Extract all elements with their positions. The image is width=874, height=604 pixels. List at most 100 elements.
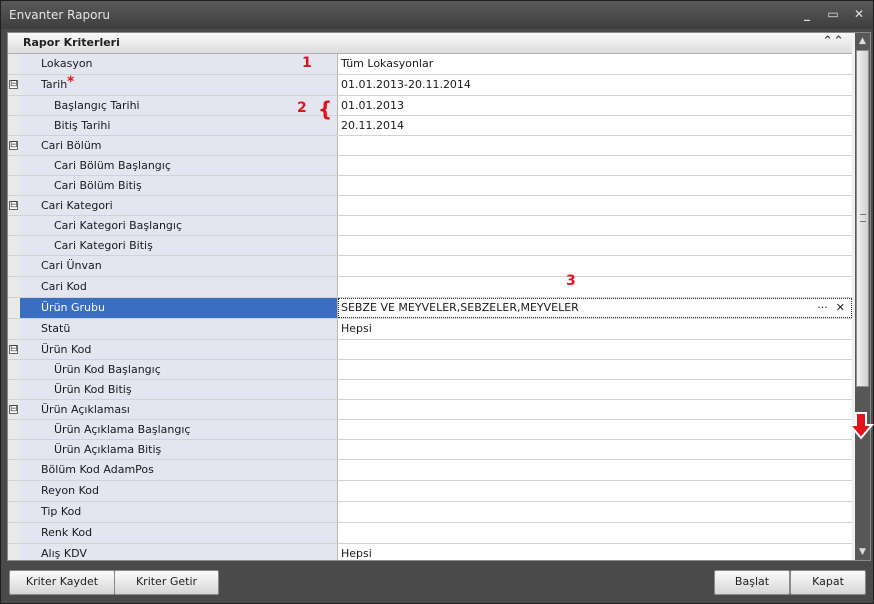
property-value-cell[interactable] (338, 340, 852, 359)
property-row[interactable]: ⊟ Ürün Kod (8, 340, 852, 360)
property-value-cell[interactable] (338, 380, 852, 399)
property-value-cell[interactable] (338, 216, 852, 235)
property-row[interactable]: Ürün Kod Başlangıç (8, 360, 852, 380)
property-row[interactable]: Cari Bölüm Başlangıç (8, 156, 852, 176)
property-value-cell[interactable]: Hepsi (338, 319, 852, 339)
property-value-cell[interactable]: 01.01.2013-20.11.2014 (338, 75, 852, 95)
property-row[interactable]: Renk Kod (8, 523, 852, 544)
property-label: Ürün Açıklama Başlangıç (54, 423, 191, 436)
property-label-cell[interactable]: Renk Kod (20, 523, 338, 543)
annotation-1: 1 (302, 55, 312, 71)
property-row[interactable]: Lokasyon Tüm Lokasyonlar (8, 54, 852, 75)
start-button[interactable]: Başlat (714, 570, 790, 595)
product-group-editor[interactable]: SEBZE VE MEYVELER,SEBZELER,MEYVELER ··· ✕ (338, 298, 852, 318)
expand-collapse-icon[interactable]: ⊟ (9, 201, 18, 210)
property-row[interactable]: Cari Kategori Bitiş (8, 236, 852, 256)
property-row[interactable]: ⊟ Cari Kategori (8, 196, 852, 216)
property-row[interactable]: Alış KDV Hepsi (8, 544, 852, 560)
property-label-cell[interactable]: Tip Kod (20, 502, 338, 522)
property-value-cell[interactable]: Tüm Lokasyonlar (338, 54, 852, 74)
vertical-scrollbar[interactable]: ▲ ▼ (855, 33, 870, 560)
close-button[interactable]: Kapat (790, 570, 866, 595)
property-value-cell[interactable] (338, 256, 852, 276)
property-row[interactable]: Tip Kod (8, 502, 852, 523)
property-value-cell[interactable]: Hepsi (338, 544, 852, 560)
property-label-cell[interactable]: Ürün Açıklama Bitiş (20, 440, 338, 459)
property-label-cell[interactable]: Başlangıç Tarihi (20, 96, 338, 115)
property-label-cell[interactable]: Bitiş Tarihi (20, 116, 338, 135)
expand-collapse-icon[interactable]: ⊟ (9, 405, 18, 414)
category-header[interactable]: Rapor Kriterleri ⌃⌃ (8, 33, 852, 54)
property-value-cell[interactable] (338, 136, 852, 155)
expand-collapse-icon[interactable]: ⊟ (9, 141, 18, 150)
collapse-icon[interactable]: ⌃⌃ (822, 34, 844, 49)
ellipsis-icon[interactable]: ··· (817, 301, 828, 314)
property-row[interactable]: ⊟ Ürün Açıklaması (8, 400, 852, 420)
property-row[interactable]: ⊟ Cari Bölüm (8, 136, 852, 156)
property-row[interactable]: Bitiş Tarihi 20.11.2014 (8, 116, 852, 136)
property-label-cell[interactable]: Ürün Açıklama Başlangıç (20, 420, 338, 439)
property-row[interactable]: Ürün Açıklama Başlangıç (8, 420, 852, 440)
expand-collapse-icon[interactable]: ⊟ (9, 345, 18, 354)
property-row[interactable]: Bölüm Kod AdamPos (8, 460, 852, 481)
property-value-cell[interactable]: 20.11.2014 (338, 116, 852, 135)
property-row[interactable]: ⊟ Tarih 01.01.2013-20.11.2014 (8, 75, 852, 96)
property-row[interactable]: Cari Bölüm Bitiş (8, 176, 852, 196)
maximize-icon[interactable]: ▭ (825, 6, 841, 22)
property-value-cell[interactable] (338, 523, 852, 543)
property-label-cell[interactable]: Cari Ünvan (20, 256, 338, 276)
close-icon[interactable]: ✕ (851, 6, 867, 22)
save-criteria-button[interactable]: Kriter Kaydet (9, 570, 115, 595)
property-value-cell[interactable] (338, 481, 852, 501)
property-label-cell[interactable]: Cari Kategori Başlangıç (20, 216, 338, 235)
clear-icon[interactable]: ✕ (836, 301, 845, 314)
property-value-cell[interactable] (338, 440, 852, 459)
property-label-cell[interactable]: Cari Bölüm (20, 136, 338, 155)
scroll-down-icon[interactable]: ▼ (855, 544, 870, 560)
title-bar[interactable]: Envanter Raporu _ ▭ ✕ (1, 1, 873, 29)
property-label-cell[interactable]: Ürün Kod (20, 340, 338, 359)
property-label-cell[interactable]: Bölüm Kod AdamPos (20, 460, 338, 480)
property-row[interactable]: Başlangıç Tarihi 01.01.2013 (8, 96, 852, 116)
property-row[interactable]: Ürün Grubu SEBZE VE MEYVELER,SEBZELER,MEY… (8, 298, 852, 319)
property-label-cell[interactable]: Ürün Kod Başlangıç (20, 360, 338, 379)
load-criteria-button[interactable]: Kriter Getir (114, 570, 219, 595)
property-label-cell[interactable]: Statü (20, 319, 338, 339)
property-row[interactable]: Cari Kategori Başlangıç (8, 216, 852, 236)
property-label-cell[interactable]: Lokasyon (20, 54, 338, 74)
property-label-cell[interactable]: Cari Kategori (20, 196, 338, 215)
property-label-cell[interactable]: Cari Kod (20, 277, 338, 297)
property-value-cell[interactable] (338, 196, 852, 215)
property-label: Ürün Açıklaması (41, 403, 130, 416)
property-label-cell[interactable]: Alış KDV (20, 544, 338, 560)
property-label-cell[interactable]: Ürün Kod Bitiş (20, 380, 338, 399)
property-label-cell[interactable]: Cari Kategori Bitiş (20, 236, 338, 255)
property-label-cell[interactable]: Cari Bölüm Bitiş (20, 176, 338, 195)
property-row[interactable]: Cari Ünvan (8, 256, 852, 277)
property-row[interactable]: Reyon Kod (8, 481, 852, 502)
property-row[interactable]: Ürün Kod Bitiş (8, 380, 852, 400)
property-row[interactable]: Ürün Açıklama Bitiş (8, 440, 852, 460)
property-label-cell[interactable]: Reyon Kod (20, 481, 338, 501)
property-value-cell[interactable]: 01.01.2013 (338, 96, 852, 115)
property-label-cell[interactable]: Ürün Açıklaması (20, 400, 338, 419)
property-value-cell[interactable] (338, 460, 852, 480)
scroll-up-icon[interactable]: ▲ (855, 33, 870, 49)
property-value-cell[interactable] (338, 360, 852, 379)
property-value-cell[interactable] (338, 277, 852, 297)
property-value-cell[interactable] (338, 236, 852, 255)
property-value-cell[interactable] (338, 176, 852, 195)
property-value-cell[interactable] (338, 502, 852, 522)
property-value-cell[interactable] (338, 420, 852, 439)
property-value-cell[interactable] (338, 156, 852, 175)
property-label-cell[interactable]: Cari Bölüm Başlangıç (20, 156, 338, 175)
property-row[interactable]: Cari Kod (8, 277, 852, 298)
property-label: Cari Bölüm (41, 139, 102, 152)
grip-icon (860, 214, 866, 222)
expand-collapse-icon[interactable]: ⊟ (9, 80, 18, 89)
property-value-cell[interactable] (338, 400, 852, 419)
scroll-thumb[interactable] (856, 50, 869, 387)
property-label-cell[interactable]: Ürün Grubu (20, 298, 338, 318)
minimize-icon[interactable]: _ (799, 6, 815, 22)
property-row[interactable]: Statü Hepsi (8, 319, 852, 340)
